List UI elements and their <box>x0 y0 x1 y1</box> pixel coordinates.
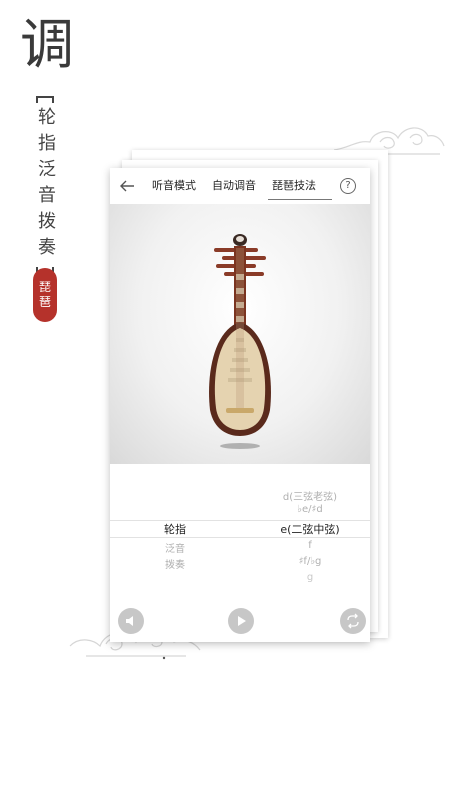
list-item[interactable]: g <box>110 572 370 588</box>
top-navigation: 听音模式 自动调音 琵琶技法 ? <box>110 168 370 204</box>
back-button[interactable] <box>110 174 144 198</box>
list-item[interactable]: ♭e/♯d <box>110 504 370 520</box>
pipa-illustration <box>209 234 271 449</box>
list-item-selected[interactable]: 轮指 e(二弦中弦) <box>110 520 370 538</box>
note-label: g <box>306 572 314 583</box>
play-button[interactable] <box>228 608 254 634</box>
bracket-top <box>36 96 54 103</box>
technique-label: 泛音 <box>165 544 185 555</box>
tab-auto-tuning[interactable]: 自动调音 <box>204 168 264 204</box>
seal-char-1: 琵 <box>38 280 51 294</box>
sound-button[interactable] <box>118 608 144 634</box>
instrument-stage <box>110 204 370 464</box>
repeat-button[interactable] <box>340 608 366 634</box>
technique-list: d(三弦老弦) ♭e/♯d 轮指 e(二弦中弦) 泛音 f 拨奏 ♯f/♭g g <box>110 464 370 594</box>
note-label: e(二弦中弦) <box>280 523 340 536</box>
seal-char-2: 琶 <box>38 295 51 309</box>
sound-icon <box>126 616 133 626</box>
vertical-subtitle: 轮指泛音拨奏 <box>35 107 56 263</box>
repeat-icon <box>347 613 359 629</box>
tab-listen-mode[interactable]: 听音模式 <box>144 168 204 204</box>
arrow-left-icon <box>120 180 134 192</box>
list-item[interactable]: d(三弦老弦) <box>110 488 370 504</box>
list-item[interactable]: 泛音 f <box>110 540 370 556</box>
technique-label: 拨奏 <box>165 560 185 571</box>
note-label: d(三弦老弦) <box>282 492 338 503</box>
note-label: ♭e/♯d <box>297 504 323 515</box>
technique-label: 轮指 <box>164 523 186 536</box>
tuner-card: 听音模式 自动调音 琵琶技法 ? d(三弦老弦) ♭e/♯d 轮指 e(二弦中弦… <box>110 168 370 642</box>
vertical-subtitle-bracket: 轮指泛音拨奏 <box>34 96 56 274</box>
tab-pipa-techniques[interactable]: 琵琶技法 <box>264 168 332 204</box>
help-button[interactable]: ? <box>340 178 356 194</box>
note-label: f <box>308 540 312 551</box>
note-label: ♯f/♭g <box>298 556 322 567</box>
page-title: 调 <box>20 13 74 76</box>
play-icon <box>238 616 246 626</box>
seal-stamp: 琵 琶 <box>33 268 57 322</box>
list-item[interactable]: 拨奏 ♯f/♭g <box>110 556 370 572</box>
question-circle-icon: ? <box>345 180 351 191</box>
playback-controls <box>110 604 370 638</box>
